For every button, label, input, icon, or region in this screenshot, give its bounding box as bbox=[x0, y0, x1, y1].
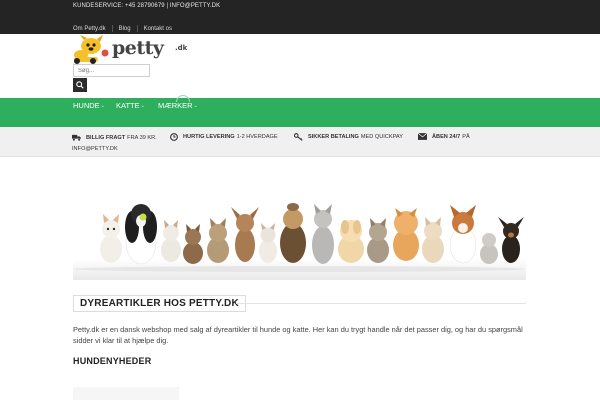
usp-text: FRA 39 KR. bbox=[127, 134, 157, 141]
nav-label: KATTE bbox=[116, 101, 140, 110]
usp-bold: HURTIG LEVERING bbox=[183, 134, 235, 140]
usp-text: PÅ bbox=[462, 133, 470, 140]
usp-bold: ÅBEN 24/7 bbox=[432, 133, 461, 140]
search-button[interactable] bbox=[73, 78, 87, 92]
about-link[interactable]: Om Petty.dk bbox=[73, 26, 106, 32]
nav-item-hunde[interactable]: HUNDE ⌄ bbox=[73, 101, 105, 110]
usp-text: MED QUICKPAY bbox=[360, 134, 403, 140]
divider bbox=[136, 25, 138, 32]
dog-mascot-icon bbox=[74, 35, 109, 64]
nav-label: HUNDE bbox=[73, 101, 100, 110]
page-title: DYREARTIKLER HOS PETTY.DK bbox=[73, 295, 246, 312]
key-icon bbox=[294, 133, 303, 141]
intro-text: Petty.dk er en dansk webshop med salg af… bbox=[73, 325, 523, 345]
usp-bar: BILLIG FRAGT FRA 39 KR. HURTIG LEVERING … bbox=[0, 127, 600, 157]
search-icon bbox=[76, 81, 84, 89]
usp-item-shipping: BILLIG FRAGT FRA 39 KR. bbox=[72, 134, 157, 141]
chevron-down-icon: ⌄ bbox=[193, 102, 198, 109]
usp-item-open: ÅBEN 24/7 PÅ bbox=[418, 133, 470, 140]
customer-service-info: KUNDESERVICE: +45 28790679 | INFO@PETTY.… bbox=[73, 3, 221, 9]
site-header: petty .dk bbox=[0, 34, 600, 98]
product-placeholder bbox=[73, 387, 179, 400]
usp-item-delivery: HURTIG LEVERING 1-2 HVERDAGE bbox=[170, 133, 278, 141]
logo-text: petty bbox=[112, 37, 164, 59]
blog-link[interactable]: Blog bbox=[119, 26, 131, 32]
divider bbox=[111, 25, 113, 32]
envelope-icon bbox=[418, 133, 427, 140]
section-heading: HUNDENYHEDER bbox=[73, 356, 152, 366]
top-links: Om Petty.dk Blog Kontakt os bbox=[73, 25, 172, 32]
usp-bold: BILLIG FRAGT bbox=[86, 134, 126, 141]
main-navigation: HUNDE ⌄ KATTE ⌄ MÆRKER ⌄ bbox=[0, 95, 600, 127]
pets-banner-image bbox=[73, 203, 526, 280]
usp-item-payment: SIKKER BETALING MED QUICKPAY bbox=[294, 133, 403, 141]
contact-link[interactable]: Kontakt os bbox=[144, 26, 172, 32]
nav-label: MÆRKER bbox=[158, 101, 193, 110]
nav-item-katte[interactable]: KATTE ⌄ bbox=[116, 101, 145, 110]
top-bar: KUNDESERVICE: +45 28790679 | INFO@PETTY.… bbox=[0, 0, 600, 34]
clock-icon bbox=[170, 133, 178, 141]
usp-email: INFO@PETTY.DK bbox=[72, 146, 118, 152]
chevron-down-icon: ⌄ bbox=[140, 102, 145, 109]
usp-text: 1-2 HVERDAGE bbox=[236, 134, 278, 140]
site-logo[interactable]: petty .dk bbox=[72, 34, 196, 64]
usp-bold: SIKKER BETALING bbox=[308, 134, 359, 140]
chevron-down-icon: ⌄ bbox=[100, 102, 105, 109]
search-input[interactable] bbox=[73, 64, 150, 77]
logo-suffix: .dk bbox=[175, 44, 188, 52]
divider bbox=[236, 303, 526, 304]
nav-item-maerker[interactable]: MÆRKER ⌄ bbox=[158, 101, 198, 110]
truck-icon bbox=[72, 134, 81, 141]
